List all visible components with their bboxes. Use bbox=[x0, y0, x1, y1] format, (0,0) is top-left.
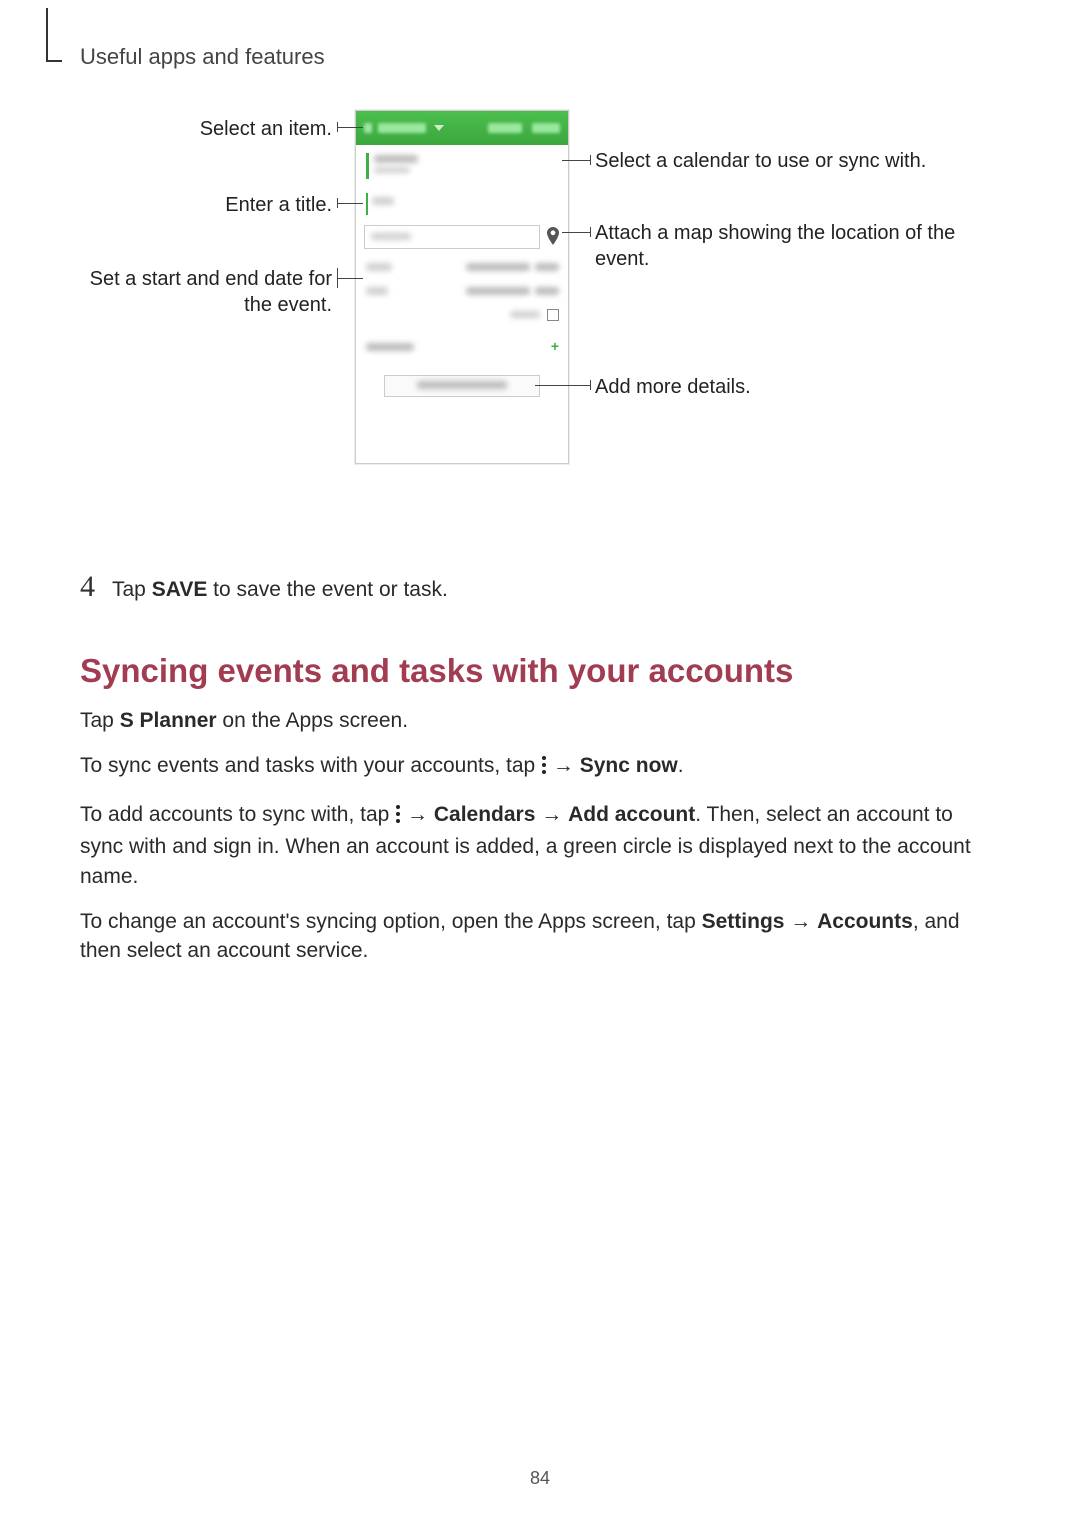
p3-arrow1: → bbox=[401, 803, 434, 826]
callout-attach-map: Attach a map showing the location of the… bbox=[595, 220, 995, 272]
callout-set-dates: Set a start and end date for the event. bbox=[80, 266, 332, 318]
callout-select-calendar: Select a calendar to use or sync with. bbox=[595, 148, 995, 174]
p4-b2: Accounts bbox=[817, 910, 913, 933]
p1-bold: S Planner bbox=[120, 709, 217, 732]
p3-b1: Calendars bbox=[434, 803, 536, 826]
step-4: 4 Tap SAVE to save the event or task. bbox=[80, 570, 1000, 604]
paragraph-3: To add accounts to sync with, tap → Cale… bbox=[80, 800, 1000, 891]
location-field bbox=[364, 225, 540, 249]
header-tab-marker bbox=[46, 8, 62, 62]
step-text: Tap SAVE to save the event or task. bbox=[112, 578, 1000, 602]
p1-pre: Tap bbox=[80, 709, 120, 732]
p3-arrow2: → bbox=[535, 803, 568, 826]
step4-bold: SAVE bbox=[152, 578, 208, 601]
dropdown-caret-icon bbox=[434, 125, 444, 131]
figure-event-editor: + Select an item. Enter a title. Set a s… bbox=[80, 110, 1000, 530]
p2-bold: Sync now bbox=[580, 754, 678, 777]
heading-syncing: Syncing events and tasks with your accou… bbox=[80, 652, 1000, 690]
view-more-options-button bbox=[384, 375, 540, 397]
p3-pre: To add accounts to sync with, tap bbox=[80, 803, 395, 826]
page-number: 84 bbox=[0, 1468, 1080, 1489]
add-reminder-plus-icon: + bbox=[551, 338, 559, 354]
callout-add-more: Add more details. bbox=[595, 374, 995, 400]
p2-pre: To sync events and tasks with your accou… bbox=[80, 754, 541, 777]
map-pin-icon bbox=[546, 227, 560, 245]
phone-app-bar bbox=[356, 111, 568, 145]
step4-pre: Tap bbox=[112, 578, 152, 601]
step4-post: to save the event or task. bbox=[207, 578, 447, 601]
callout-enter-title: Enter a title. bbox=[80, 192, 332, 218]
p1-post: on the Apps screen. bbox=[217, 709, 408, 732]
phone-screenshot: + bbox=[355, 110, 569, 464]
phone-body: + bbox=[356, 145, 568, 463]
p4-b1: Settings bbox=[702, 910, 785, 933]
section-header: Useful apps and features bbox=[80, 44, 1000, 70]
callout-select-item: Select an item. bbox=[80, 116, 332, 142]
allday-checkbox-icon bbox=[547, 309, 559, 321]
p4-pre: To change an account's syncing option, o… bbox=[80, 910, 702, 933]
p4-arrow: → bbox=[784, 910, 817, 933]
paragraph-1: Tap S Planner on the Apps screen. bbox=[80, 706, 1000, 735]
step-number: 4 bbox=[80, 570, 112, 604]
paragraph-2: To sync events and tasks with your accou… bbox=[80, 751, 1000, 783]
p3-b2: Add account bbox=[568, 803, 695, 826]
p2-post: . bbox=[678, 754, 684, 777]
p2-arrow: → bbox=[547, 754, 580, 777]
paragraph-4: To change an account's syncing option, o… bbox=[80, 907, 1000, 966]
